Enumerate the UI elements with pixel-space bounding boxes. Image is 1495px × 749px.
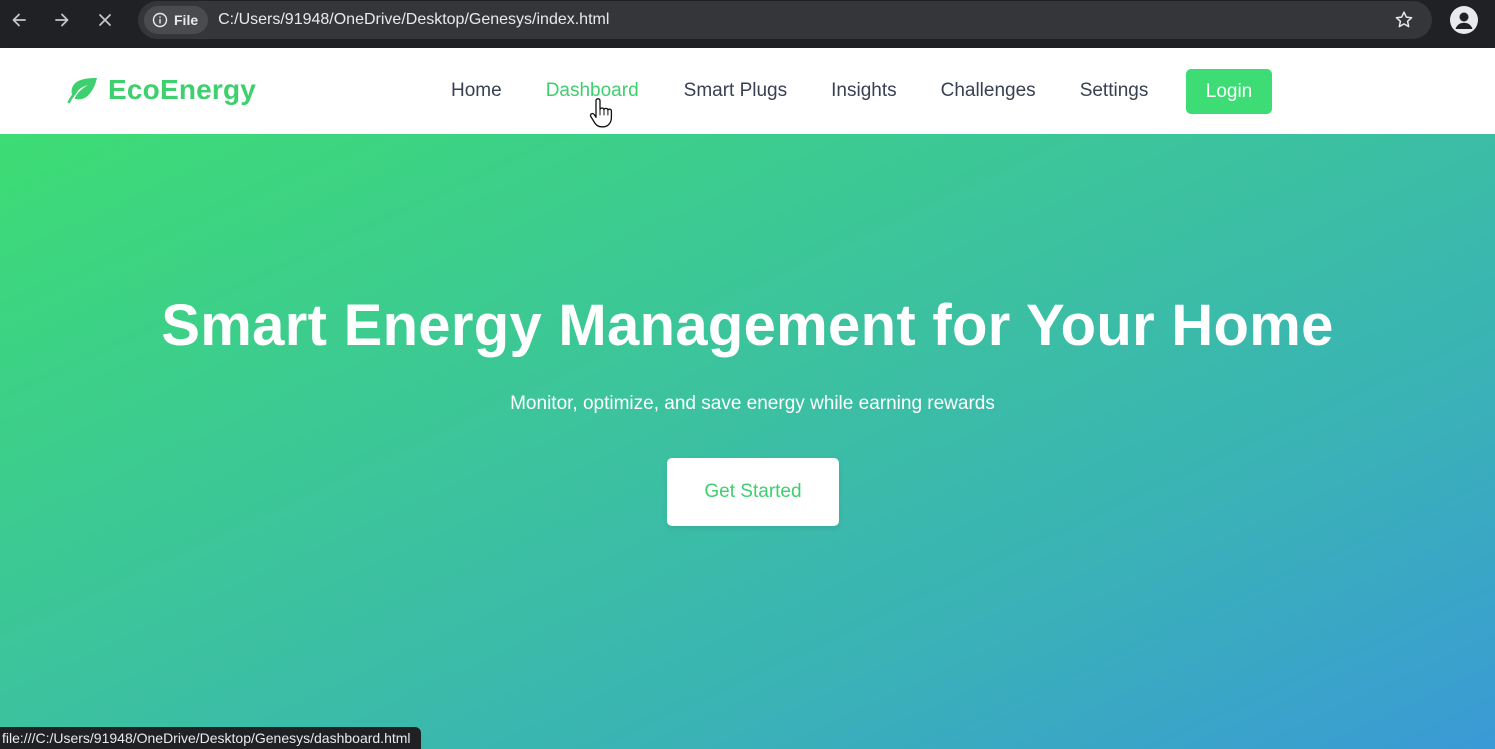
status-bar-url: file:///C:/Users/91948/OneDrive/Desktop/… [0, 727, 421, 749]
get-started-button[interactable]: Get Started [667, 458, 839, 526]
login-button[interactable]: Login [1186, 69, 1272, 114]
hero-subtitle: Monitor, optimize, and save energy while… [510, 393, 995, 414]
nav-link-smart-plugs[interactable]: Smart Plugs [684, 80, 787, 102]
profile-icon [1455, 12, 1473, 29]
back-button[interactable] [5, 8, 33, 32]
brand-logo[interactable]: EcoEnergy [67, 74, 256, 106]
site-navbar: EcoEnergy Home Dashboard Smart Plugs Ins… [0, 48, 1495, 134]
star-icon [1395, 11, 1413, 28]
arrow-left-icon [12, 13, 26, 27]
nav-link-challenges[interactable]: Challenges [941, 80, 1036, 102]
forward-button[interactable] [48, 8, 76, 32]
browser-toolbar: File C:/Users/91948/OneDrive/Desktop/Gen… [0, 0, 1495, 48]
url-text[interactable]: C:/Users/91948/OneDrive/Desktop/Genesys/… [218, 11, 609, 29]
brand-name: EcoEnergy [108, 74, 257, 105]
nav-link-insights[interactable]: Insights [831, 80, 896, 102]
profile-button[interactable] [1450, 6, 1478, 34]
hero-section: Smart Energy Management for Your Home Mo… [0, 134, 1495, 749]
site-info-chip[interactable]: File [144, 6, 209, 34]
info-icon [152, 12, 168, 28]
address-bar[interactable]: File C:/Users/91948/OneDrive/Desktop/Gen… [138, 1, 1432, 39]
main-nav: Home Dashboard Smart Plugs Insights Chal… [451, 80, 1148, 102]
nav-link-settings[interactable]: Settings [1080, 80, 1149, 102]
nav-link-home[interactable]: Home [451, 80, 502, 102]
close-icon [99, 14, 111, 26]
nav-link-dashboard[interactable]: Dashboard [546, 80, 639, 102]
stop-loading-button[interactable] [91, 8, 119, 32]
leaf-icon [67, 78, 97, 104]
hero-title: Smart Energy Management for Your Home [161, 293, 1334, 358]
site-chip-label: File [174, 12, 199, 28]
arrow-right-icon [55, 13, 69, 27]
bookmark-button[interactable] [1392, 9, 1416, 31]
